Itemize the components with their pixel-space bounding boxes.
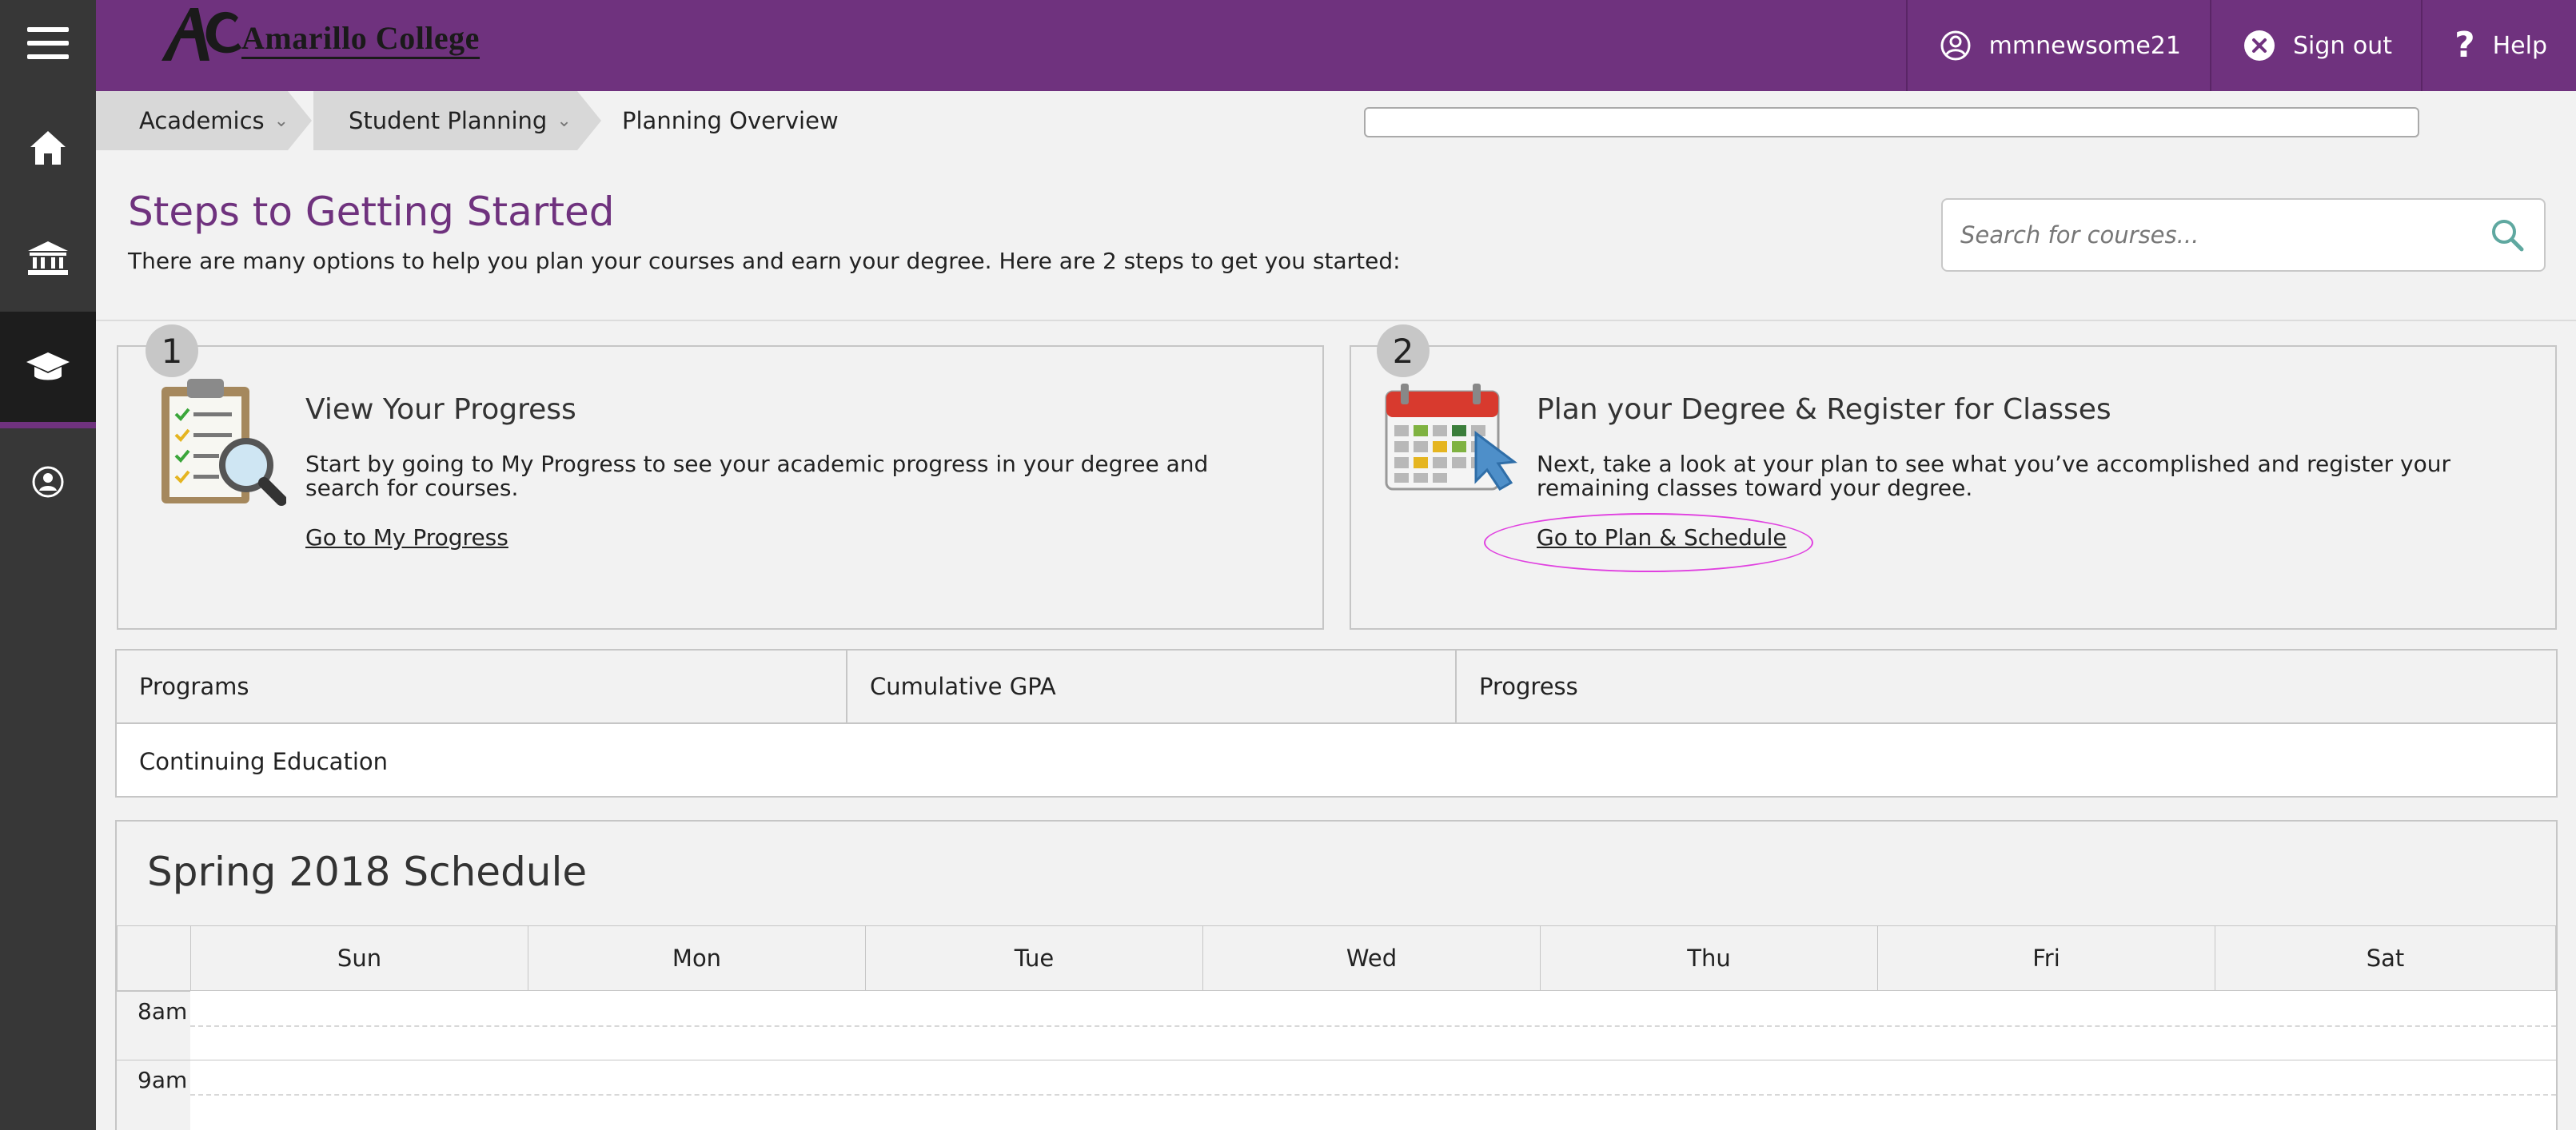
schedule-grid: Sun Mon Tue Wed Thu Fri Sat 8am 9am <box>117 925 2556 1130</box>
gpa-cell <box>847 726 1457 798</box>
top-header: Amarillo College mmnewsome21 Sign out ? … <box>96 0 2576 91</box>
progress-bar <box>1364 107 2419 137</box>
programs-table: Programs Cumulative GPA Progress Continu… <box>115 649 2558 798</box>
college-logo[interactable]: Amarillo College <box>158 0 480 64</box>
half-hour-line <box>190 1094 2556 1096</box>
chevron-down-icon: ⌄ <box>273 110 289 131</box>
day-header-sat: Sat <box>2215 925 2556 991</box>
day-header-tue: Tue <box>865 925 1203 991</box>
table-header-programs: Programs <box>117 651 847 724</box>
breadcrumb-academics[interactable]: Academics ⌄ <box>96 91 289 150</box>
course-search <box>1941 198 2546 272</box>
step-title: View Your Progress <box>305 393 576 426</box>
step-number-badge: 1 <box>146 324 198 377</box>
table-header-progress: Progress <box>1457 651 2556 724</box>
time-column-header <box>117 925 191 991</box>
calendar-arrow-icon <box>1385 384 1517 491</box>
half-hour-line <box>190 1025 2556 1027</box>
step-description: Next, take a look at your plan to see wh… <box>1537 451 2450 501</box>
day-header-sun: Sun <box>190 925 528 991</box>
question-mark-icon: ? <box>2454 25 2475 66</box>
step-card-progress: 1 View Your Progress Start by going to M… <box>117 324 1324 630</box>
hour-label-9am: 9am <box>117 1060 190 1128</box>
graduation-cap-icon <box>26 352 70 380</box>
table-header-gpa: Cumulative GPA <box>847 651 1457 724</box>
breadcrumb-separator <box>288 91 312 150</box>
section-divider <box>96 320 2576 321</box>
left-nav-rail <box>0 0 96 1130</box>
day-header-wed: Wed <box>1202 925 1541 991</box>
program-name-cell[interactable]: Continuing Education <box>117 726 847 798</box>
page-subtitle: There are many options to help you plan … <box>128 248 1401 274</box>
profile-button[interactable] <box>0 454 96 510</box>
academics-button[interactable] <box>0 312 96 428</box>
day-header-fri: Fri <box>1877 925 2215 991</box>
menu-button[interactable] <box>0 0 96 86</box>
step-card-plan: 2 Plan your Degree & Register for Classe… <box>1350 324 2557 630</box>
chevron-down-icon: ⌄ <box>556 110 572 131</box>
username-label: mmnewsome21 <box>1988 31 2181 60</box>
sign-out-label: Sign out <box>2292 31 2393 60</box>
home-icon <box>30 131 66 165</box>
logo-text: Amarillo College <box>241 19 480 59</box>
user-menu[interactable]: mmnewsome21 <box>1905 0 2210 91</box>
step-number-badge: 2 <box>1377 324 1430 377</box>
step-description: Start by going to My Progress to see you… <box>305 451 1209 501</box>
breadcrumb-student-planning[interactable]: Student Planning ⌄ <box>313 91 577 150</box>
bank-icon <box>28 241 68 275</box>
search-input[interactable] <box>1960 200 2472 270</box>
user-circle-icon <box>1940 30 1971 61</box>
close-circle-icon <box>2243 30 2275 61</box>
schedule-title: Spring 2018 Schedule <box>147 849 588 895</box>
page-title: Steps to Getting Started <box>128 189 615 235</box>
help-button[interactable]: ? Help <box>2421 0 2576 91</box>
sign-out-button[interactable]: Sign out <box>2209 0 2421 91</box>
home-button[interactable] <box>0 120 96 176</box>
breadcrumb-label: Academics <box>139 107 265 134</box>
help-label: Help <box>2492 31 2547 60</box>
day-header-thu: Thu <box>1540 925 1878 991</box>
search-icon[interactable] <box>2490 217 2525 253</box>
hour-label-8am: 8am <box>117 991 190 1060</box>
breadcrumb-label: Student Planning <box>349 107 548 134</box>
breadcrumb-label: Planning Overview <box>622 107 839 134</box>
day-header-mon: Mon <box>528 925 866 991</box>
clipboard-magnifier-icon <box>161 379 286 506</box>
finance-button[interactable] <box>0 230 96 286</box>
step-title: Plan your Degree & Register for Classes <box>1537 393 2111 426</box>
highlight-annotation <box>1484 513 1813 572</box>
schedule-panel: Spring 2018 Schedule Sun Mon Tue Wed Thu… <box>115 820 2558 1130</box>
breadcrumb-current: Planning Overview <box>622 91 839 150</box>
go-to-my-progress-link[interactable]: Go to My Progress <box>305 524 508 551</box>
user-circle-icon <box>32 466 64 498</box>
logo-mark <box>158 3 246 64</box>
breadcrumb-separator <box>577 91 601 150</box>
menu-icon <box>27 27 69 59</box>
schedule-body[interactable] <box>190 991 2556 1130</box>
program-name: Continuing Education <box>139 748 388 775</box>
